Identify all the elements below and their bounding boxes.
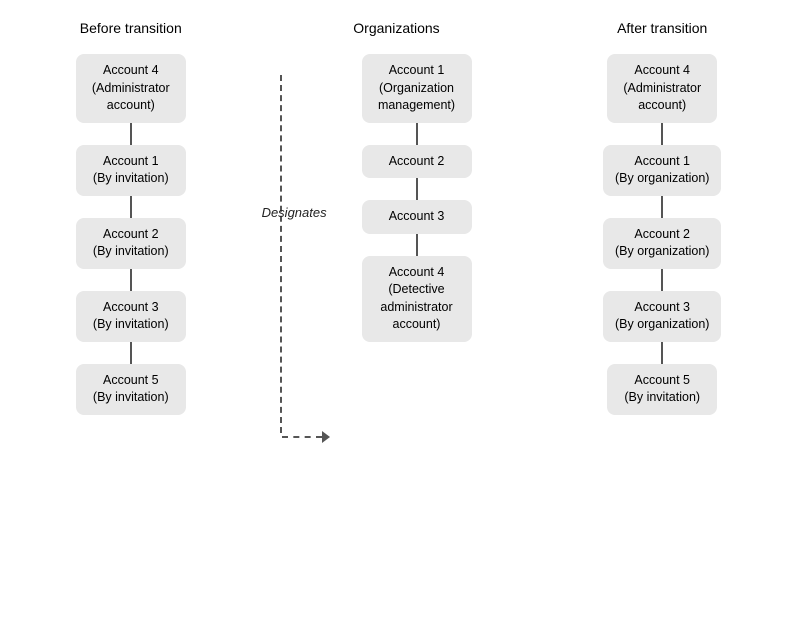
connector-o1 (416, 123, 418, 145)
connector-o2 (416, 178, 418, 200)
designates-label: Designates (262, 205, 327, 220)
connector-b3 (130, 269, 132, 291)
organizations-column: Organizations Designates Account 1(Organ… (252, 20, 542, 342)
after-node-3: Account 2(By organization) (603, 218, 722, 269)
before-column: Before transition Account 4(Administrato… (10, 20, 252, 415)
org-inner: Account 1(Organizationmanagement) Accoun… (362, 54, 472, 342)
org-node-2: Account 2 (362, 145, 472, 179)
connector-b4 (130, 342, 132, 364)
connector-b2 (130, 196, 132, 218)
connector-a1 (661, 123, 663, 145)
connector-b1 (130, 123, 132, 145)
after-node-4: Account 3(By organization) (603, 291, 722, 342)
diagram: Before transition Account 4(Administrato… (0, 0, 793, 629)
connector-a4 (661, 342, 663, 364)
before-node-1: Account 4(Administratoraccount) (76, 54, 186, 123)
org-node-4: Account 4(Detectiveadministratoraccount) (362, 256, 472, 342)
before-title: Before transition (80, 20, 182, 36)
after-node-2: Account 1(By organization) (603, 145, 722, 196)
dashed-line-container (280, 75, 330, 443)
after-node-1: Account 4(Administratoraccount) (607, 54, 717, 123)
organizations-title: Organizations (353, 20, 439, 36)
before-node-5: Account 5(By invitation) (76, 364, 186, 415)
arrow-right-icon (322, 431, 330, 443)
dashed-horizontal (282, 436, 322, 438)
before-node-4: Account 3(By invitation) (76, 291, 186, 342)
connector-a2 (661, 196, 663, 218)
org-node-3: Account 3 (362, 200, 472, 234)
dashed-horizontal-row (282, 431, 330, 443)
connector-o3 (416, 234, 418, 256)
org-node-1: Account 1(Organizationmanagement) (362, 54, 472, 123)
dashed-vertical (280, 75, 282, 433)
after-column: After transition Account 4(Administrator… (541, 20, 783, 415)
after-node-5: Account 5(By invitation) (607, 364, 717, 415)
before-node-3: Account 2(By invitation) (76, 218, 186, 269)
before-node-2: Account 1(By invitation) (76, 145, 186, 196)
connector-a3 (661, 269, 663, 291)
after-title: After transition (617, 20, 707, 36)
